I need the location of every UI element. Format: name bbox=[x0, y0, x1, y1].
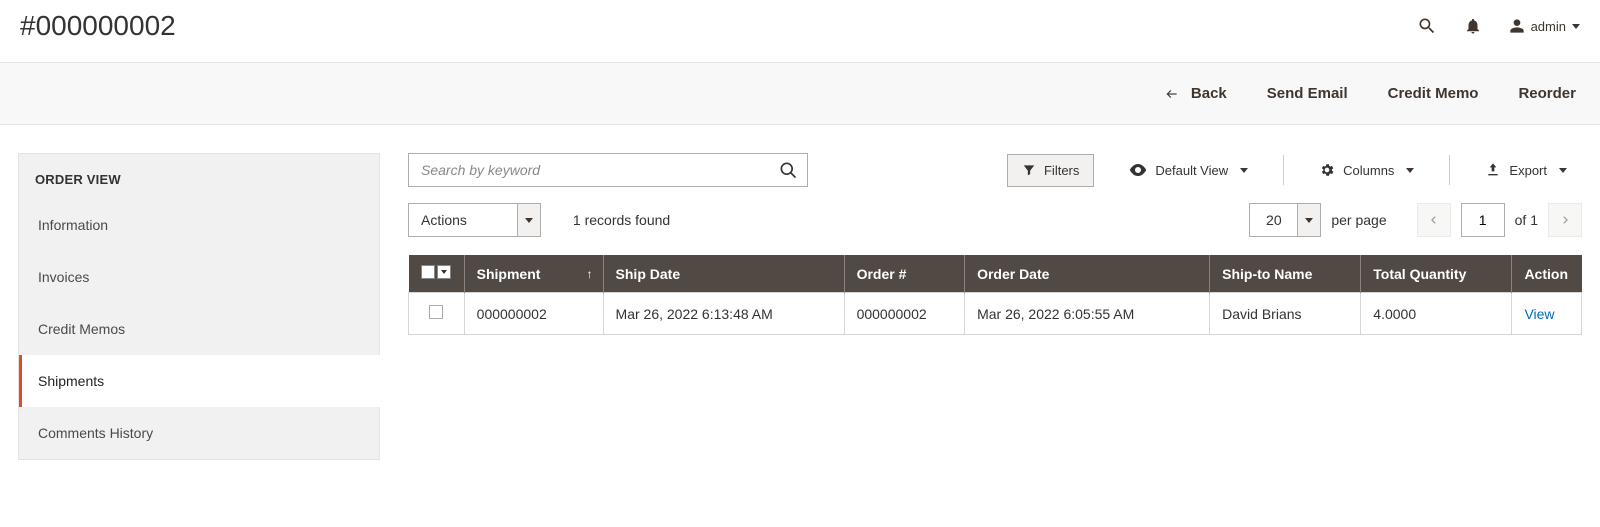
records-found-label: 1 records found bbox=[573, 212, 670, 228]
pager-total-label: of 1 bbox=[1515, 212, 1538, 228]
sidebar-item-information[interactable]: Information bbox=[19, 199, 379, 251]
table-row[interactable]: 000000002 Mar 26, 2022 6:13:48 AM 000000… bbox=[409, 293, 1582, 335]
caret-down-icon bbox=[1305, 218, 1313, 223]
shipments-table: Shipment ↑ Ship Date Order # Order Date … bbox=[408, 255, 1582, 335]
export-label: Export bbox=[1509, 163, 1547, 178]
sidebar-item-shipments[interactable]: Shipments bbox=[19, 355, 380, 407]
arrow-left-icon bbox=[1163, 87, 1181, 101]
export-icon bbox=[1485, 162, 1501, 178]
view-link[interactable]: View bbox=[1524, 306, 1554, 322]
search-button[interactable] bbox=[768, 153, 808, 187]
column-header-action: Action bbox=[1512, 255, 1582, 293]
caret-down-icon bbox=[1559, 168, 1567, 173]
cell-order: 000000002 bbox=[844, 293, 965, 335]
search-icon[interactable] bbox=[1417, 16, 1437, 36]
search-icon bbox=[778, 160, 798, 180]
search-wrap bbox=[408, 153, 808, 187]
column-header-ship-date[interactable]: Ship Date bbox=[603, 255, 844, 293]
caret-down-icon bbox=[441, 270, 447, 274]
pager-prev-button[interactable] bbox=[1417, 203, 1451, 237]
back-button[interactable]: Back bbox=[1163, 85, 1227, 102]
filters-button[interactable]: Filters bbox=[1007, 154, 1094, 187]
row-select-cell bbox=[409, 293, 465, 335]
sidebar-item-invoices[interactable]: Invoices bbox=[19, 251, 379, 303]
column-header-order-date[interactable]: Order Date bbox=[965, 255, 1210, 293]
filters-label: Filters bbox=[1044, 163, 1079, 178]
sidebar-item-credit-memos[interactable]: Credit Memos bbox=[19, 303, 379, 355]
cell-total-qty: 4.0000 bbox=[1361, 293, 1512, 335]
notifications-icon[interactable] bbox=[1463, 16, 1483, 36]
send-email-button[interactable]: Send Email bbox=[1267, 85, 1348, 102]
sidebar-item-comments-history[interactable]: Comments History bbox=[19, 407, 379, 459]
cell-action: View bbox=[1512, 293, 1582, 335]
actions-dropdown[interactable]: Actions bbox=[408, 203, 541, 237]
page-size-dropdown[interactable]: 20 bbox=[1249, 203, 1321, 237]
caret-down-icon bbox=[1572, 24, 1580, 29]
credit-memo-button[interactable]: Credit Memo bbox=[1388, 85, 1479, 102]
cell-ship-date: Mar 26, 2022 6:13:48 AM bbox=[603, 293, 844, 335]
admin-account-menu[interactable]: admin bbox=[1509, 18, 1580, 34]
sort-asc-icon: ↑ bbox=[587, 267, 593, 281]
order-action-bar: Back Send Email Credit Memo Reorder bbox=[0, 62, 1600, 125]
pager-next-button[interactable] bbox=[1548, 203, 1582, 237]
shipments-grid: Filters Default View Columns Export bbox=[408, 153, 1582, 335]
order-view-sidebar: ORDER VIEW Information Invoices Credit M… bbox=[18, 153, 380, 460]
default-view-label: Default View bbox=[1155, 163, 1228, 178]
caret-down-icon bbox=[525, 218, 533, 223]
select-all-dropdown[interactable] bbox=[437, 265, 451, 279]
chevron-right-icon bbox=[1560, 213, 1570, 227]
sidebar-title: ORDER VIEW bbox=[19, 154, 379, 199]
pager-current-page-input[interactable] bbox=[1461, 203, 1505, 237]
funnel-icon bbox=[1022, 163, 1036, 177]
row-checkbox[interactable] bbox=[429, 305, 443, 319]
column-header-total-qty[interactable]: Total Quantity bbox=[1361, 255, 1512, 293]
page-size-value: 20 bbox=[1249, 203, 1297, 237]
default-view-button[interactable]: Default View bbox=[1114, 154, 1263, 187]
page-size-toggle[interactable] bbox=[1297, 203, 1321, 237]
columns-button[interactable]: Columns bbox=[1304, 153, 1429, 187]
admin-user-label: admin bbox=[1531, 19, 1566, 34]
separator bbox=[1283, 155, 1284, 185]
column-header-order[interactable]: Order # bbox=[844, 255, 965, 293]
separator bbox=[1449, 155, 1450, 185]
actions-dropdown-label: Actions bbox=[408, 203, 517, 237]
user-icon bbox=[1509, 18, 1525, 34]
page-title: #000000002 bbox=[20, 10, 176, 42]
column-header-select[interactable] bbox=[409, 255, 465, 293]
cell-order-date: Mar 26, 2022 6:05:55 AM bbox=[965, 293, 1210, 335]
chevron-left-icon bbox=[1429, 213, 1439, 227]
reorder-button[interactable]: Reorder bbox=[1518, 85, 1576, 102]
search-input[interactable] bbox=[408, 153, 808, 187]
select-all-checkbox[interactable] bbox=[421, 265, 435, 279]
table-header-row: Shipment ↑ Ship Date Order # Order Date … bbox=[409, 255, 1582, 293]
export-button[interactable]: Export bbox=[1470, 153, 1582, 187]
back-label: Back bbox=[1191, 85, 1227, 102]
per-page-label: per page bbox=[1331, 212, 1386, 228]
eye-icon bbox=[1129, 164, 1147, 176]
gear-icon bbox=[1319, 162, 1335, 178]
cell-shipment: 000000002 bbox=[464, 293, 603, 335]
caret-down-icon bbox=[1406, 168, 1414, 173]
caret-down-icon bbox=[1240, 168, 1248, 173]
column-header-shipment[interactable]: Shipment ↑ bbox=[464, 255, 603, 293]
columns-label: Columns bbox=[1343, 163, 1394, 178]
header-actions: admin bbox=[1417, 16, 1580, 36]
column-header-ship-to[interactable]: Ship-to Name bbox=[1210, 255, 1361, 293]
actions-dropdown-toggle[interactable] bbox=[517, 203, 541, 237]
cell-ship-to: David Brians bbox=[1210, 293, 1361, 335]
